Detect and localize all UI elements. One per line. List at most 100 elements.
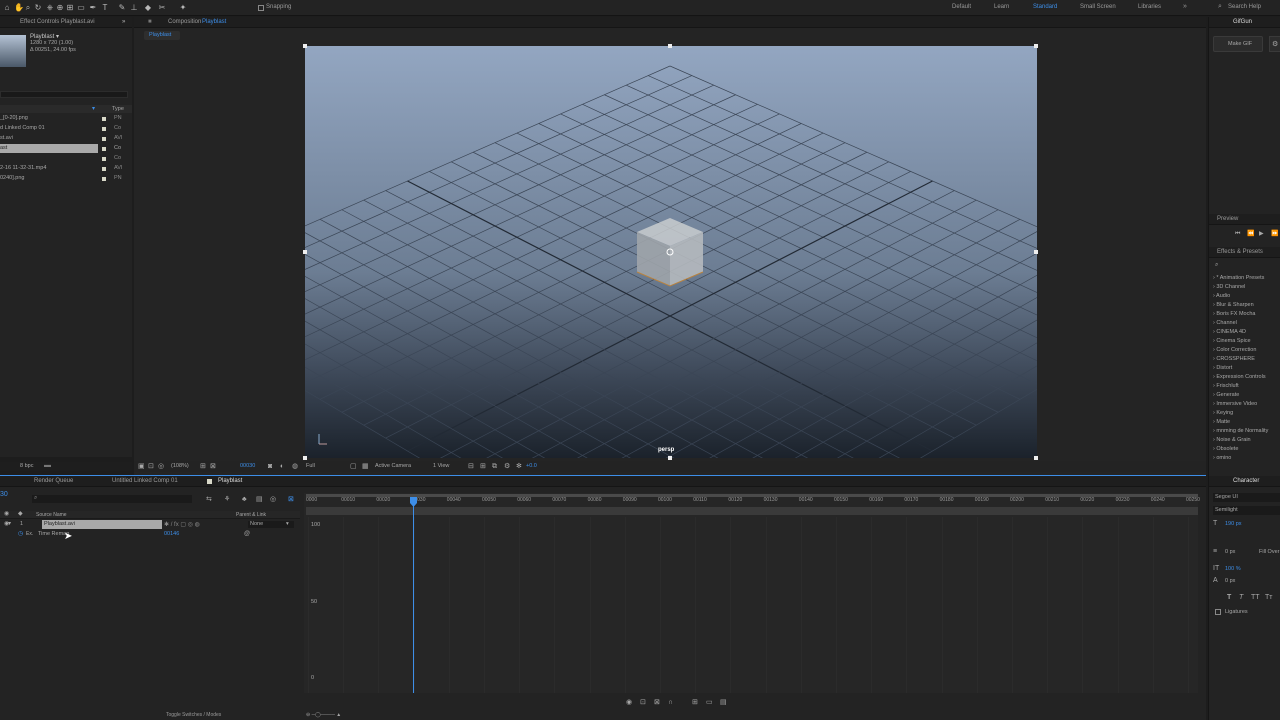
- effects-category-item[interactable]: › Expression Controls: [1213, 374, 1266, 380]
- workspace-standard[interactable]: Standard: [1033, 4, 1057, 10]
- workspace-small-screen[interactable]: Small Screen: [1080, 4, 1116, 10]
- toggle-switches-modes[interactable]: Toggle Switches / Modes: [166, 712, 221, 718]
- draft-3d-icon[interactable]: ⚘: [224, 496, 230, 503]
- effects-category-item[interactable]: › Immersive Video: [1213, 401, 1257, 407]
- expand-arrow-icon[interactable]: ▾: [8, 521, 11, 528]
- camera-dropdown[interactable]: Active Camera: [375, 463, 411, 469]
- prev-frame-icon[interactable]: ⏪: [1247, 231, 1254, 238]
- effects-category-item[interactable]: › mnming de Normality: [1213, 428, 1268, 434]
- list-item-selected[interactable]: ast: [0, 144, 98, 153]
- handle-tl[interactable]: [303, 44, 307, 48]
- make-gif-button[interactable]: Make GIF: [1213, 36, 1263, 52]
- current-timecode[interactable]: 00030: [240, 463, 255, 469]
- more-workspaces-icon[interactable]: »: [1183, 3, 1187, 10]
- work-area-bar[interactable]: [306, 494, 1198, 497]
- character-tab[interactable]: Character: [1233, 478, 1259, 484]
- exposure-icon[interactable]: ✻: [516, 463, 522, 470]
- show-transform-box-icon[interactable]: ▭: [706, 699, 713, 706]
- effects-category-item[interactable]: › Channel: [1213, 320, 1237, 326]
- snapping-checkbox[interactable]: [258, 5, 264, 11]
- graph-editor[interactable]: [304, 493, 1198, 693]
- search-help-label[interactable]: Search Help: [1228, 4, 1261, 10]
- effects-category-item[interactable]: › Frischluft: [1213, 383, 1239, 389]
- frame-blending-icon[interactable]: ▤: [256, 496, 263, 503]
- parent-dropdown[interactable]: None ▾: [248, 521, 294, 528]
- faux-italic-icon[interactable]: T: [1239, 594, 1243, 601]
- sort-arrow-icon[interactable]: ▾: [92, 105, 95, 112]
- trash-icon[interactable]: ▬: [44, 462, 51, 469]
- timeline-search-input[interactable]: ⌕: [32, 495, 192, 503]
- type-tool-icon[interactable]: T: [101, 3, 109, 12]
- orbit-tool-icon[interactable]: ⊕: [56, 3, 64, 12]
- current-time-indicator[interactable]: [413, 497, 414, 693]
- gifgun-settings-button[interactable]: ⚙: [1269, 36, 1280, 52]
- play-icon[interactable]: ▶: [1259, 231, 1264, 238]
- home-icon[interactable]: ⌂: [3, 3, 11, 12]
- effects-category-item[interactable]: › Distort: [1213, 365, 1232, 371]
- fit-selection-icon[interactable]: ⊡: [640, 699, 646, 706]
- roto-tool-icon[interactable]: ✂: [158, 3, 166, 12]
- effects-category-item[interactable]: › CINEMA 4D: [1213, 329, 1246, 335]
- parent-link-header[interactable]: Parent & Link: [236, 512, 266, 518]
- all-caps-icon[interactable]: TT: [1251, 594, 1260, 601]
- brush-tool-icon[interactable]: ✎: [118, 3, 126, 12]
- clone-tool-icon[interactable]: ⊥: [130, 3, 138, 12]
- tab-render-queue[interactable]: Render Queue: [34, 478, 73, 484]
- eye-icon[interactable]: ◉: [626, 699, 632, 706]
- shy-icon[interactable]: ♣: [242, 496, 247, 503]
- effects-category-item[interactable]: › Noise & Grain: [1213, 437, 1251, 443]
- property-row[interactable]: ◷ Ex. Time Remap 00146 @: [0, 530, 300, 539]
- viewport[interactable]: persp: [305, 46, 1037, 458]
- gifgun-tab[interactable]: GifGun: [1233, 19, 1252, 25]
- effects-category-item[interactable]: › Cinema Spice: [1213, 338, 1251, 344]
- comp-breadcrumb[interactable]: Playblast: [144, 31, 180, 40]
- search-icon[interactable]: ⌕: [1218, 3, 1222, 11]
- effects-presets-tab[interactable]: Effects & Presets: [1217, 249, 1263, 255]
- rectangle-tool-icon[interactable]: ▭: [77, 3, 85, 12]
- timeline-current-time[interactable]: 30: [0, 491, 8, 498]
- timeline-ruler[interactable]: [306, 507, 1198, 515]
- workspace-learn[interactable]: Learn: [994, 4, 1009, 10]
- ligatures-checkbox[interactable]: [1215, 609, 1221, 615]
- 3d-view-icon[interactable]: ⧉: [492, 463, 497, 470]
- list-item[interactable]: d Linked Comp 01 Co: [0, 124, 132, 133]
- tab-untitled-linked-comp[interactable]: Untitled Linked Comp 01: [112, 478, 178, 484]
- auto-zoom-icon[interactable]: ⊞: [692, 699, 698, 706]
- effects-category-item[interactable]: › Color Correction: [1213, 347, 1256, 353]
- region-icon[interactable]: ⊡: [148, 463, 154, 470]
- effects-category-item[interactable]: › Keying: [1213, 410, 1233, 416]
- effect-controls-tab[interactable]: Effect Controls Playblast.avi: [20, 19, 95, 25]
- preview-tab[interactable]: Preview: [1217, 216, 1238, 222]
- snapshot-icon[interactable]: ◙: [268, 463, 272, 470]
- panel-menu-icon[interactable]: »: [122, 19, 125, 25]
- handle-tr[interactable]: [1034, 44, 1038, 48]
- layer-name-cell[interactable]: Playblast.avi: [42, 520, 162, 529]
- handle-ml[interactable]: [303, 250, 307, 254]
- toggle-pixel-aspect-icon[interactable]: ⊟: [468, 463, 474, 470]
- faux-bold-icon[interactable]: T: [1227, 594, 1231, 601]
- channel-icon[interactable]: ◍: [292, 463, 298, 470]
- puppet-tool-icon[interactable]: ✦: [179, 3, 187, 12]
- comp-mini-flowchart-icon[interactable]: ⇆: [206, 496, 212, 503]
- tab-playblast[interactable]: Playblast: [218, 478, 242, 484]
- pickwhip-icon[interactable]: @: [244, 531, 250, 538]
- camera-tool-icon[interactable]: ⎈: [46, 3, 54, 12]
- zoom-dropdown[interactable]: (108%): [171, 463, 189, 469]
- handle-tc[interactable]: [668, 44, 672, 48]
- list-item[interactable]: 2-16 11-32-31.mp4 AVI: [0, 164, 132, 173]
- effects-category-item[interactable]: › Generate: [1213, 392, 1239, 398]
- list-item[interactable]: _[0-20].png PN: [0, 114, 132, 123]
- list-item[interactable]: Co: [0, 154, 132, 163]
- search-icon[interactable]: ⌕: [1215, 262, 1218, 269]
- stopwatch-icon[interactable]: ◷: [18, 531, 23, 538]
- pen-tool-icon[interactable]: ✒: [89, 3, 97, 12]
- rotate-tool-icon[interactable]: ↻: [34, 3, 42, 12]
- workspace-libraries[interactable]: Libraries: [1138, 4, 1161, 10]
- cube[interactable]: [636, 218, 704, 287]
- item-name[interactable]: Playblast ▾: [30, 33, 59, 40]
- next-frame-icon[interactable]: ⏩: [1271, 231, 1278, 238]
- project-search-input[interactable]: [0, 91, 128, 98]
- resolution-grid-icon[interactable]: ⊞: [200, 463, 206, 470]
- graph-editor-icon[interactable]: ⊠: [288, 496, 294, 503]
- zoom-slider-icon[interactable]: ⊖ ─◯──── ▲: [306, 712, 341, 719]
